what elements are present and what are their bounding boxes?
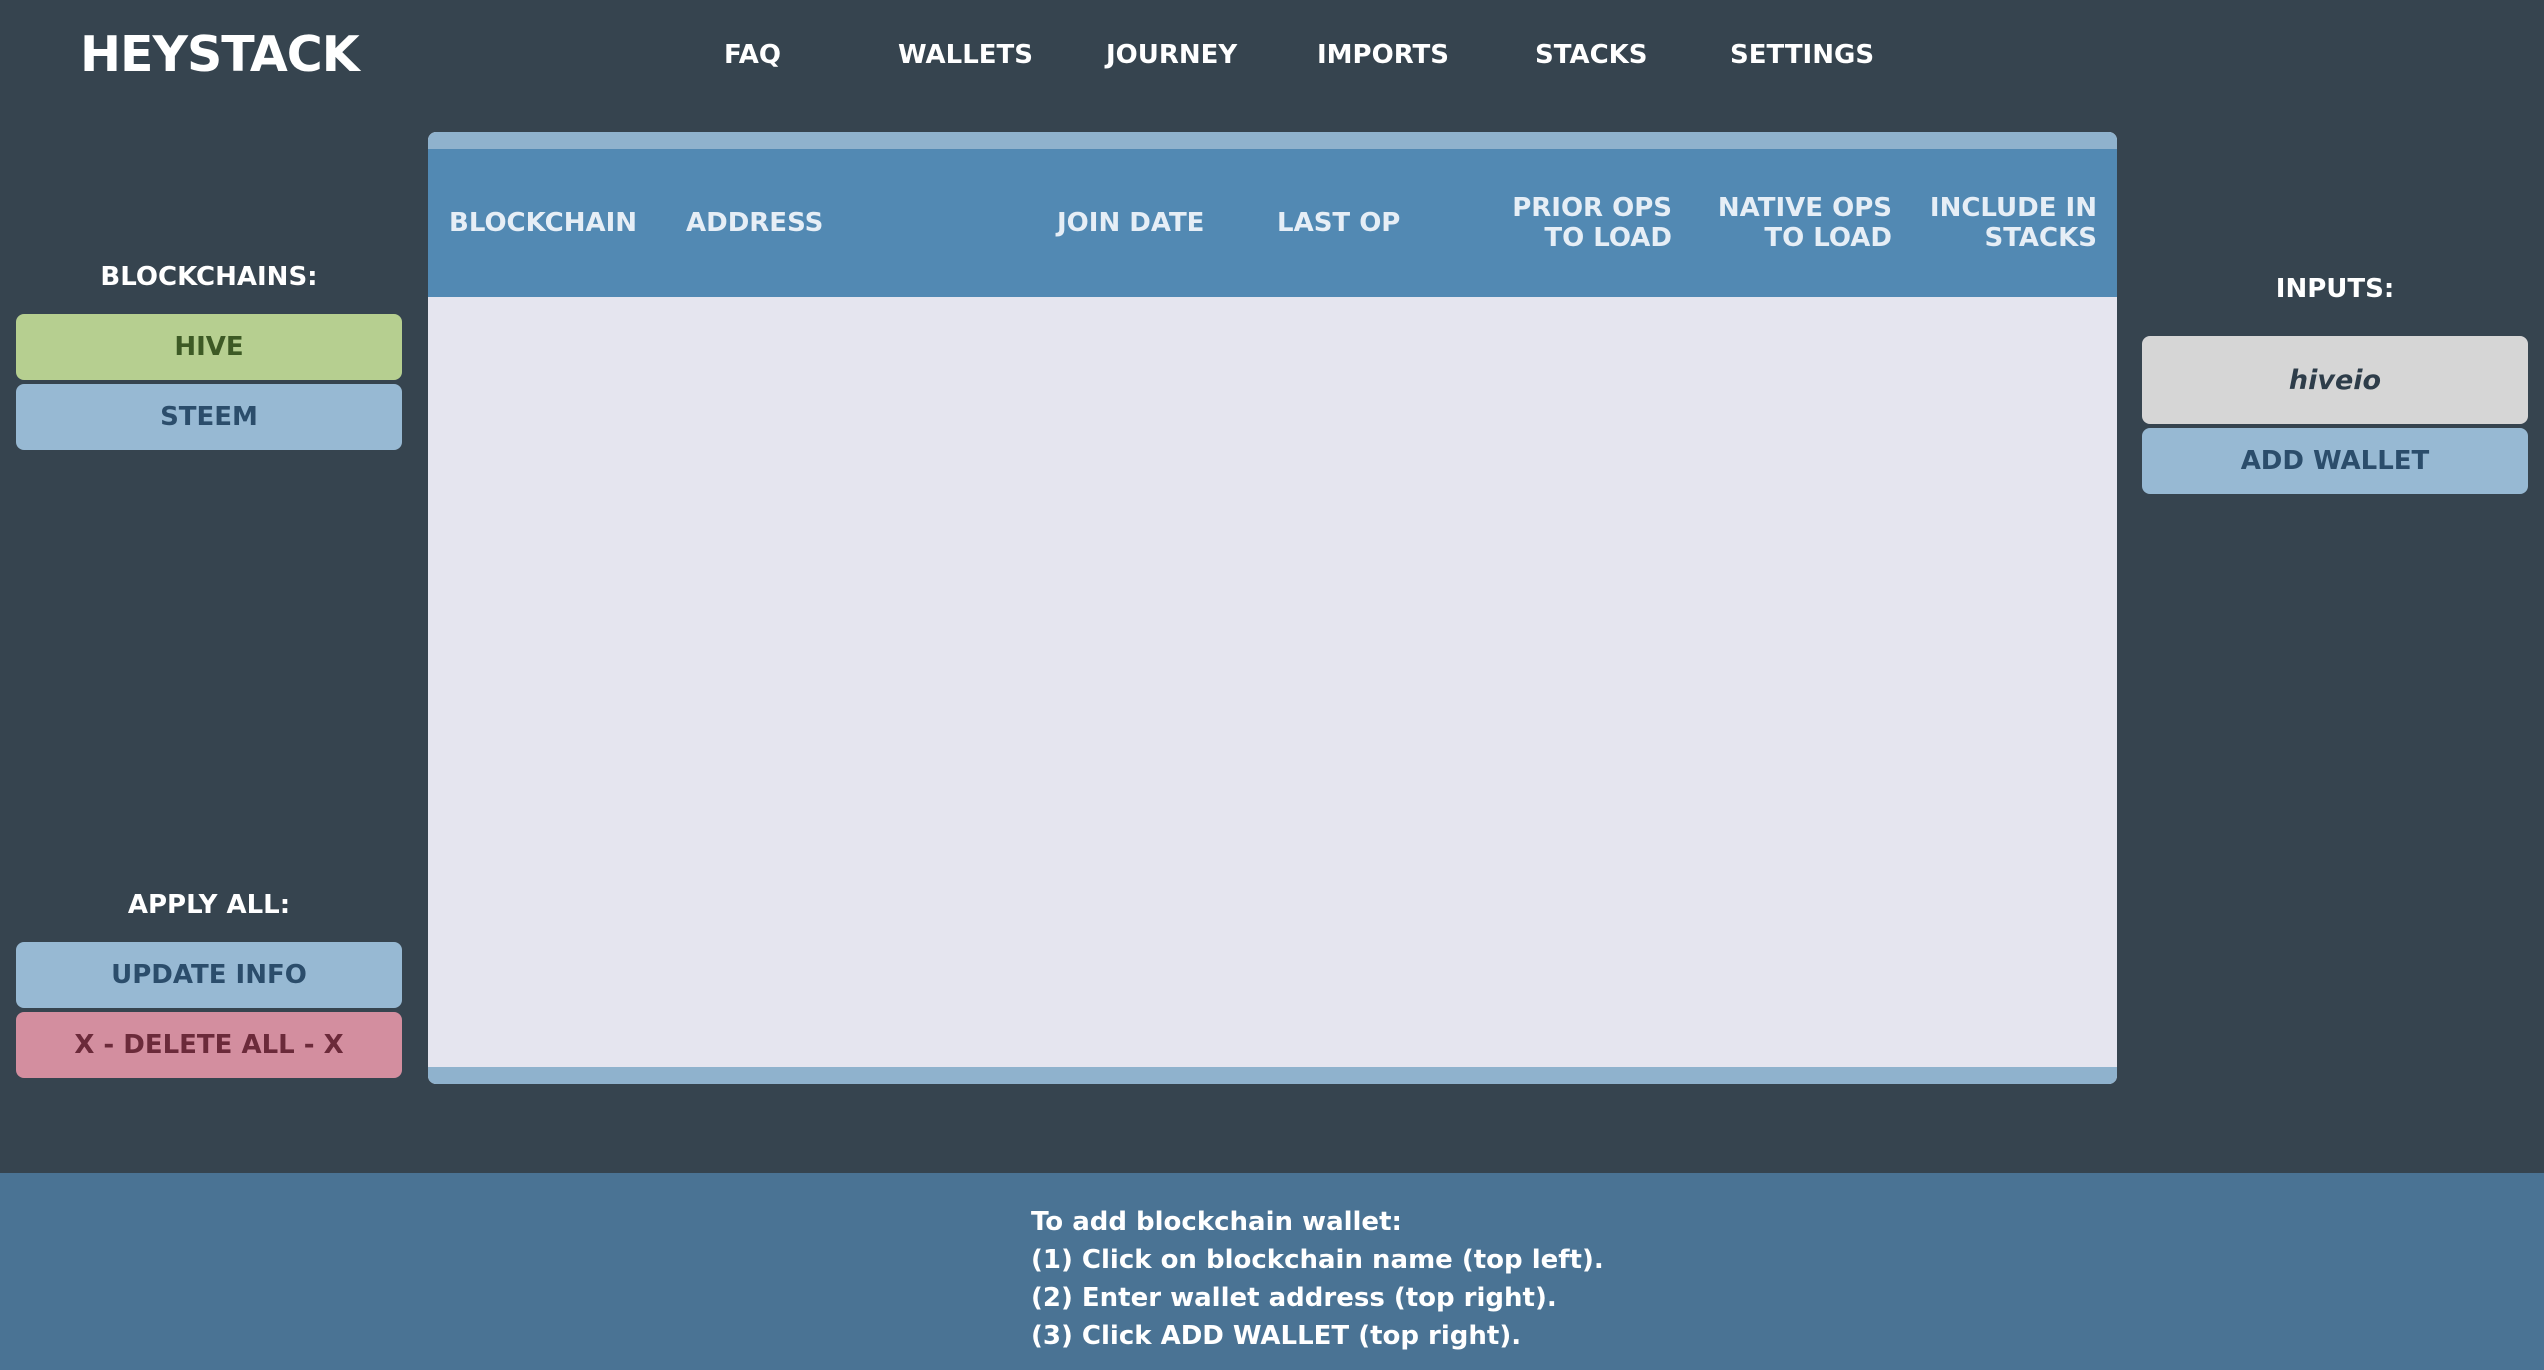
footer-line: (3) Click ADD WALLET (top right).	[1031, 1321, 1522, 1351]
wallet-address-input[interactable]	[2142, 336, 2528, 424]
column-header-address[interactable]: ADDRESS	[686, 208, 823, 238]
update-info-button[interactable]: UPDATE INFO	[16, 942, 402, 1008]
nav-settings[interactable]: SETTINGS	[1730, 40, 1874, 70]
inputs-heading: INPUTS:	[2275, 274, 2395, 304]
column-header-label: NATIVE OPS	[1717, 193, 1892, 223]
column-header-native-ops[interactable]: NATIVE OPS TO LOAD	[1718, 193, 1892, 253]
column-header-label: PRIOR OPS	[1512, 193, 1672, 223]
column-header-label: BLOCKCHAIN	[449, 208, 638, 238]
footer-line: (2) Enter wallet address (top right).	[1031, 1283, 1557, 1313]
column-header-join-date[interactable]: JOIN DATE	[1057, 208, 1204, 238]
column-header-label: TO LOAD	[1544, 223, 1672, 253]
column-header-label: TO LOAD	[1764, 223, 1892, 253]
table-top-border	[428, 132, 2117, 149]
footer: To add blockchain wallet: (1) Click on b…	[0, 1173, 2544, 1370]
add-wallet-button[interactable]: ADD WALLET	[2142, 428, 2528, 494]
nav-imports[interactable]: IMPORTS	[1317, 40, 1449, 70]
footer-line: To add blockchain wallet:	[1031, 1207, 1402, 1237]
column-header-prior-ops[interactable]: PRIOR OPS TO LOAD	[1512, 193, 1672, 253]
nav-faq[interactable]: FAQ	[724, 40, 781, 70]
app-logo[interactable]: HEYSTACK	[80, 26, 360, 83]
column-header-label: LAST OP	[1277, 208, 1401, 238]
footer-line: (1) Click on blockchain name (top left).	[1031, 1245, 1604, 1275]
column-header-label: STACKS	[1984, 223, 2097, 253]
column-header-label: JOIN DATE	[1057, 208, 1205, 238]
delete-all-button[interactable]: X - DELETE ALL - X	[16, 1012, 402, 1078]
column-header-blockchain[interactable]: BLOCKCHAIN	[449, 208, 637, 238]
nav-journey[interactable]: JOURNEY	[1106, 40, 1237, 70]
blockchain-steem-button[interactable]: STEEM	[16, 384, 402, 450]
nav-wallets[interactable]: WALLETS	[898, 40, 1033, 70]
column-header-label: INCLUDE IN	[1929, 193, 2097, 223]
table-bottom-border	[428, 1067, 2117, 1084]
apply-all-heading: APPLY ALL:	[127, 890, 291, 920]
wallets-table: BLOCKCHAIN ADDRESS JOIN DATE LAST OP PRI…	[428, 132, 2117, 1084]
table-body	[428, 297, 2117, 1067]
column-header-last-op[interactable]: LAST OP	[1277, 208, 1400, 238]
blockchain-hive-button[interactable]: HIVE	[16, 314, 402, 380]
table-header: BLOCKCHAIN ADDRESS JOIN DATE LAST OP PRI…	[428, 149, 2117, 297]
blockchains-heading: BLOCKCHAINS:	[100, 262, 318, 292]
column-header-label: ADDRESS	[686, 208, 824, 238]
footer-instructions: To add blockchain wallet: (1) Click on b…	[1031, 1203, 1604, 1355]
column-header-include-in-stacks[interactable]: INCLUDE IN STACKS	[1930, 193, 2097, 253]
page: HEYSTACK FAQ WALLETS JOURNEY IMPORTS STA…	[0, 0, 2544, 1370]
nav-stacks[interactable]: STACKS	[1535, 40, 1648, 70]
